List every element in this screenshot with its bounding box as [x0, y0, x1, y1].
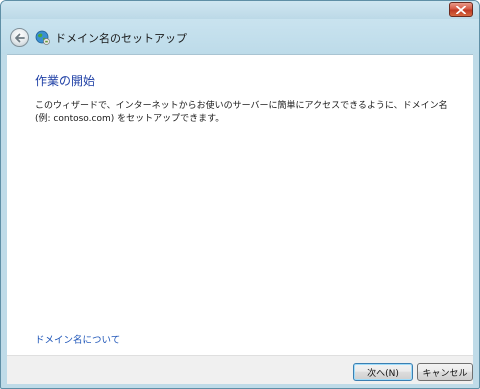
wizard-window: ドメイン名のセットアップ 作業の開始 このウィザードで、インターネットからお使い…	[0, 0, 480, 389]
wizard-footer: 次へ(N) キャンセル	[7, 355, 473, 384]
back-button[interactable]	[10, 28, 29, 47]
back-arrow-icon	[15, 33, 25, 42]
title-bar	[1, 1, 479, 19]
wizard-header: ドメイン名のセットアップ	[1, 19, 479, 54]
description-text: このウィザードで、インターネットからお使いのサーバーに簡単にアクセスできるように…	[35, 101, 448, 124]
close-icon	[456, 5, 466, 14]
wizard-title: ドメイン名のセットアップ	[55, 32, 187, 45]
page-heading: 作業の開始	[35, 74, 96, 88]
globe-network-icon	[35, 30, 50, 45]
domain-name-help-link[interactable]: ドメイン名について	[35, 332, 120, 346]
next-button[interactable]: 次へ(N)	[353, 363, 413, 381]
wizard-content: 作業の開始 このウィザードで、インターネットからお使いのサーバーに簡単にアクセス…	[7, 54, 473, 356]
cancel-button[interactable]: キャンセル	[417, 363, 473, 381]
close-button[interactable]	[449, 2, 473, 17]
